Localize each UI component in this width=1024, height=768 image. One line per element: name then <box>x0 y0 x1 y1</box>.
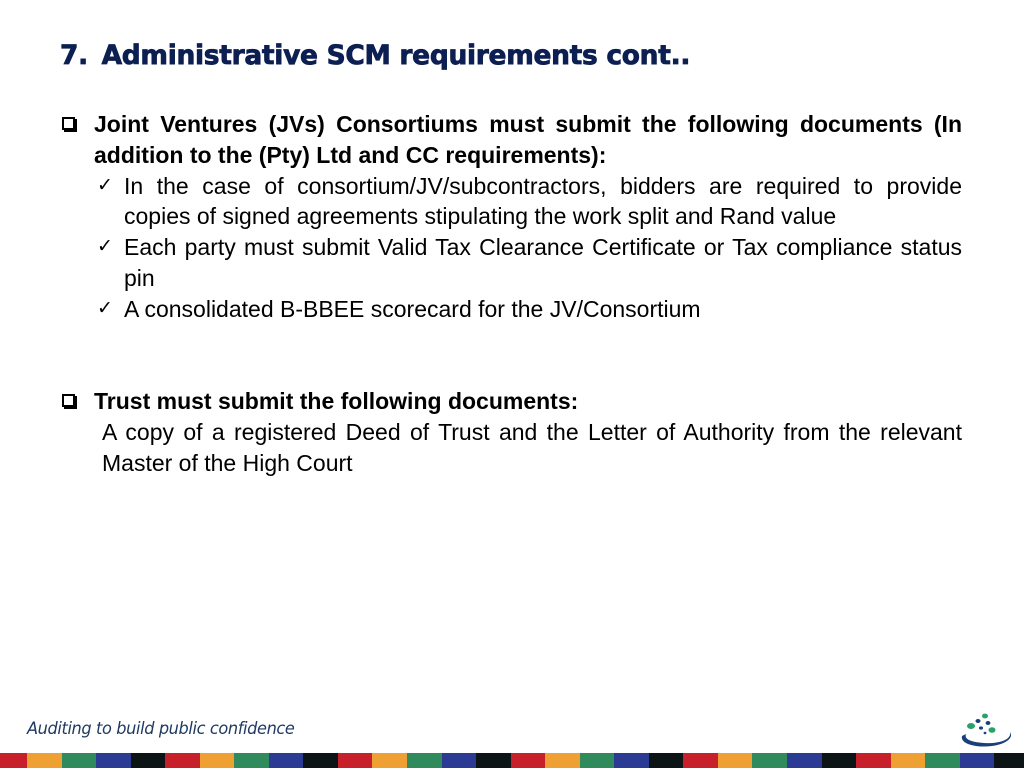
footer-color-stripes <box>0 753 1024 768</box>
section-heading: Joint Ventures (JVs) Consortiums must su… <box>62 109 962 171</box>
stripe-segment <box>510 753 546 768</box>
stripe-segment <box>96 753 131 768</box>
stripe-segment <box>0 753 27 768</box>
stripe-segment <box>579 753 615 768</box>
stripe-segment <box>337 753 373 768</box>
list-item-text: In the case of consortium/JV/subcontract… <box>124 172 962 230</box>
stripe-segment <box>614 753 649 768</box>
stripe-segment <box>994 753 1024 768</box>
stripe-segment <box>752 753 788 768</box>
section-trust: Trust must submit the following document… <box>62 386 962 478</box>
stripe-segment <box>545 753 580 768</box>
stripe-segment <box>441 753 477 768</box>
stripe-segment <box>648 753 684 768</box>
list-item: ✓ Each party must submit Valid Tax Clear… <box>97 232 962 294</box>
stripe-segment <box>268 753 304 768</box>
section-joint-ventures: Joint Ventures (JVs) Consortiums must su… <box>62 109 962 325</box>
list-item: ✓ A consolidated B-BBEE scorecard for th… <box>97 294 962 325</box>
stripe-segment <box>199 753 235 768</box>
title-text: Administrative SCM requirements cont.. <box>101 40 691 72</box>
section-heading-text: Trust must submit the following document… <box>94 388 579 414</box>
list-item-text: Each party must submit Valid Tax Clearan… <box>124 234 962 291</box>
list-item: ✓ In the case of consortium/JV/subcontra… <box>97 171 962 233</box>
title-number: 7. <box>60 40 89 72</box>
square-checkbox-icon <box>62 394 75 407</box>
section-heading-text: Joint Ventures (JVs) Consortiums must su… <box>94 111 962 168</box>
stripe-segment <box>303 753 338 768</box>
stripe-segment <box>165 753 200 768</box>
stripe-segment <box>61 753 97 768</box>
footer-tagline: Auditing to build public confidence <box>27 719 295 739</box>
stripe-segment <box>683 753 718 768</box>
list-item-text: A consolidated B-BBEE scorecard for the … <box>124 295 701 322</box>
stripe-segment <box>407 753 442 768</box>
stripe-segment <box>787 753 822 768</box>
stripe-segment <box>856 753 891 768</box>
checkmark-icon: ✓ <box>97 174 113 196</box>
checkmark-icon: ✓ <box>97 236 113 258</box>
stripe-segment <box>234 753 269 768</box>
stripe-segment <box>959 753 995 768</box>
checkmark-icon: ✓ <box>97 297 113 319</box>
trust-paragraph: A copy of a registered Deed of Trust and… <box>102 418 962 476</box>
stripe-segment <box>821 753 857 768</box>
stripe-segment <box>130 753 166 768</box>
slide-title: 7. Administrative SCM requirements cont.. <box>60 40 691 72</box>
stripe-segment <box>27 753 62 768</box>
stripe-segment <box>372 753 408 768</box>
stripe-segment <box>925 753 960 768</box>
requirements-list: ✓ In the case of consortium/JV/subcontra… <box>62 171 962 325</box>
square-checkbox-icon <box>62 117 75 130</box>
section-heading: Trust must submit the following document… <box>62 386 962 417</box>
auditor-general-logo-icon <box>961 713 1012 747</box>
stripe-segment <box>476 753 511 768</box>
stripe-segment <box>890 753 926 768</box>
stripe-segment <box>717 753 753 768</box>
